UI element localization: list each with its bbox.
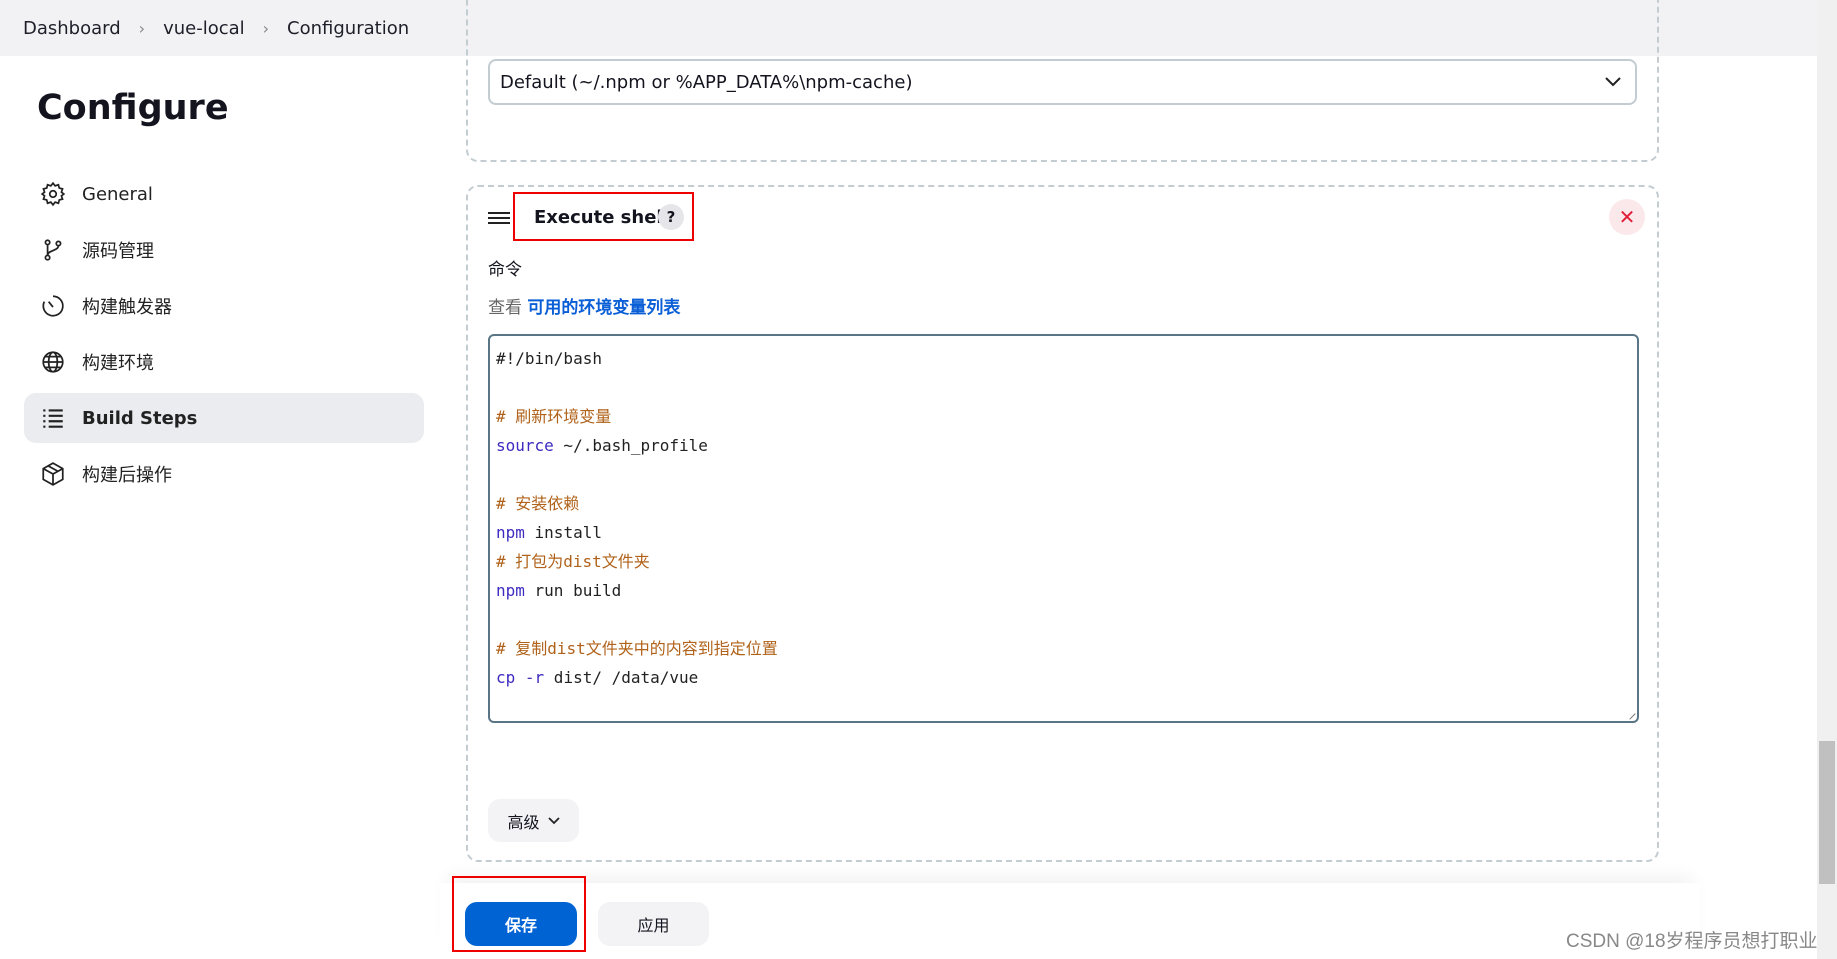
scrollbar[interactable] bbox=[1817, 0, 1837, 959]
page-title: Configure bbox=[37, 88, 229, 128]
save-button[interactable]: 保存 bbox=[465, 902, 577, 946]
breadcrumb-job[interactable]: vue-local bbox=[163, 18, 245, 39]
step-title: Execute shell bbox=[534, 207, 669, 228]
chevron-down-icon bbox=[547, 816, 560, 824]
code-keyword: source bbox=[496, 436, 554, 455]
sidebar: General 源码管理 构建触发器 构建环境 Build Steps 构建后操… bbox=[24, 169, 424, 505]
watermark: CSDN @18岁程序员想打职业 bbox=[1566, 931, 1818, 952]
code-line: # 刷新环境变量 bbox=[496, 407, 612, 426]
drag-handle-icon[interactable] bbox=[488, 209, 510, 227]
env-hint: 查看 可用的环境变量列表 bbox=[488, 293, 680, 318]
delete-step-button[interactable]: ✕ bbox=[1609, 199, 1645, 235]
command-textarea[interactable]: #!/bin/bash # 刷新环境变量 source ~/.bash_profil… bbox=[488, 334, 1639, 723]
select-value: Default (~/.npm or %APP_DATA%\npm-cache) bbox=[500, 71, 913, 93]
code-line: # 安装依赖 bbox=[496, 494, 580, 513]
execute-shell-step: Execute shell ? ✕ 命令 查看 可用的环境变量列表 #!/bin… bbox=[466, 185, 1659, 862]
sidebar-item-label: 构建环境 bbox=[82, 353, 154, 374]
code-line: # 打包为dist文件夹 bbox=[496, 552, 650, 571]
chevron-right-icon: › bbox=[262, 18, 270, 38]
previous-build-step: Default (~/.npm or %APP_DATA%\npm-cache) bbox=[466, 0, 1659, 162]
sidebar-item-label: 构建后操作 bbox=[82, 465, 172, 486]
sidebar-item-post-build[interactable]: 构建后操作 bbox=[24, 449, 424, 499]
list-icon bbox=[43, 409, 63, 428]
env-vars-link[interactable]: 可用的环境变量列表 bbox=[527, 298, 680, 318]
sidebar-item-build-steps[interactable]: Build Steps bbox=[24, 393, 424, 443]
sidebar-item-label: General bbox=[82, 183, 153, 205]
breadcrumb-dashboard[interactable]: Dashboard bbox=[23, 18, 121, 39]
help-icon[interactable]: ? bbox=[658, 204, 684, 230]
timer-icon bbox=[42, 295, 64, 317]
sidebar-item-label: Build Steps bbox=[82, 407, 198, 429]
advanced-label: 高级 bbox=[507, 812, 540, 832]
package-icon bbox=[42, 462, 64, 486]
npm-cache-select[interactable]: Default (~/.npm or %APP_DATA%\npm-cache) bbox=[488, 59, 1637, 105]
chevron-right-icon: › bbox=[138, 18, 146, 38]
code-keyword: npm bbox=[496, 523, 525, 542]
branch-icon bbox=[44, 239, 62, 261]
code-line: cp -r dist/ /data/vue bbox=[496, 668, 699, 687]
gear-icon bbox=[40, 181, 66, 207]
code-line: npm install bbox=[496, 523, 602, 542]
code-line: #!/bin/bash bbox=[496, 349, 602, 368]
code-line: # 复制dist文件夹中的内容到指定位置 bbox=[496, 639, 778, 658]
sidebar-item-label: 源码管理 bbox=[82, 241, 154, 262]
apply-button[interactable]: 应用 bbox=[598, 902, 709, 946]
globe-icon bbox=[42, 351, 64, 373]
code-keyword: cp -r bbox=[496, 668, 545, 687]
sidebar-item-environment[interactable]: 构建环境 bbox=[24, 337, 424, 387]
sidebar-item-triggers[interactable]: 构建触发器 bbox=[24, 281, 424, 331]
env-prefix: 查看 bbox=[488, 298, 522, 318]
breadcrumb-configuration[interactable]: Configuration bbox=[287, 18, 409, 39]
code-line: source ~/.bash_profile bbox=[496, 436, 708, 455]
resize-grip-icon[interactable] bbox=[1624, 708, 1636, 720]
sidebar-item-label: 构建触发器 bbox=[82, 297, 172, 318]
sidebar-item-general[interactable]: General bbox=[24, 169, 424, 219]
code-keyword: npm bbox=[496, 581, 525, 600]
scrollbar-thumb[interactable] bbox=[1819, 741, 1835, 884]
sidebar-item-scm[interactable]: 源码管理 bbox=[24, 225, 424, 275]
close-icon: ✕ bbox=[1618, 205, 1636, 229]
advanced-button[interactable]: 高级 bbox=[488, 799, 579, 842]
command-label: 命令 bbox=[488, 260, 522, 280]
chevron-down-icon bbox=[1605, 77, 1621, 87]
code-line: npm run build bbox=[496, 581, 622, 600]
